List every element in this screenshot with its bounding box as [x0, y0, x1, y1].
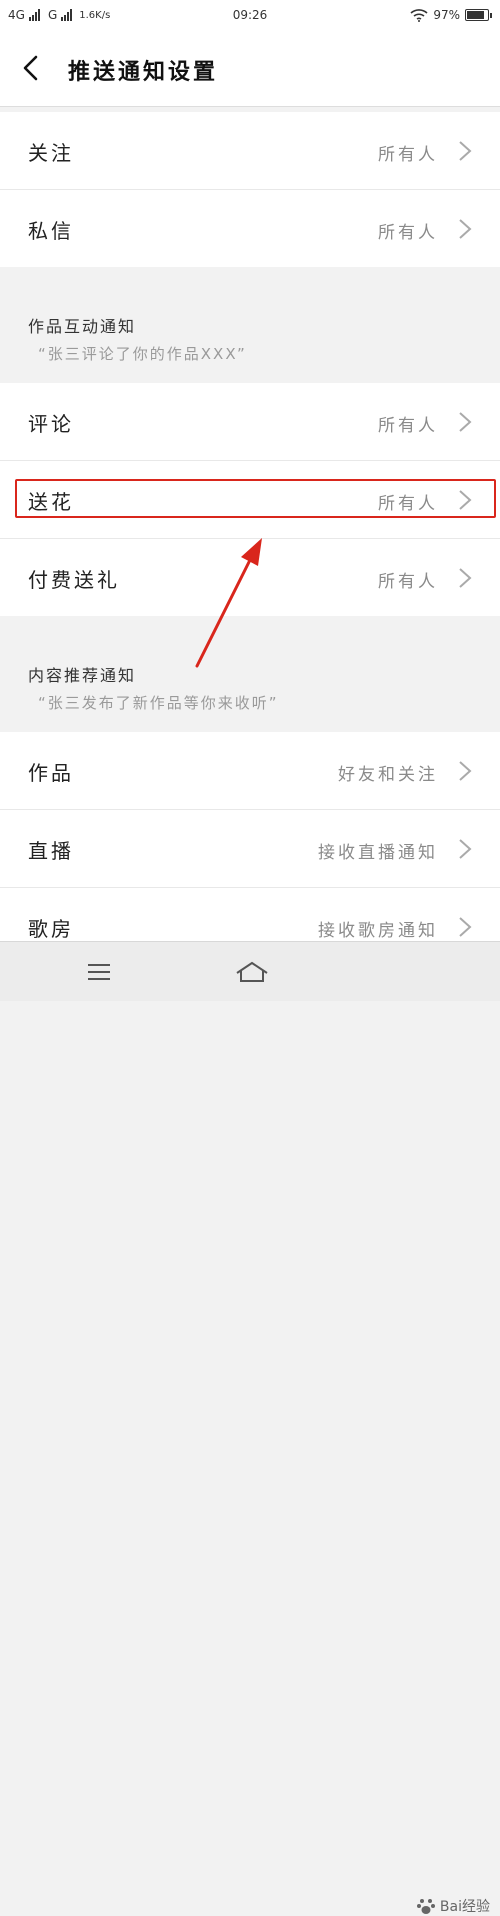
- chevron-right-icon: [459, 141, 472, 161]
- section-works-interaction: 作品互动通知 “张三评论了你的作品XXX”: [0, 267, 500, 383]
- row-live[interactable]: 直播 接收直播通知: [0, 810, 500, 888]
- system-nav-bar: Bai经验: [0, 941, 500, 1915]
- menu-icon[interactable]: [84, 958, 114, 986]
- row-label: 作品: [28, 761, 74, 785]
- highlight-box: [15, 479, 496, 518]
- page-title: 推送通知设置: [68, 60, 219, 85]
- chevron-right-icon: [459, 219, 472, 239]
- row-paid-gift[interactable]: 付费送礼 所有人: [0, 539, 500, 616]
- row-label: 歌房: [28, 917, 74, 941]
- row-label: 私信: [28, 219, 74, 243]
- section-title: 内容推荐通知: [28, 666, 137, 685]
- row-label: 直播: [28, 839, 74, 863]
- row-value: 好友和关注: [338, 765, 438, 785]
- row-label: 评论: [28, 412, 74, 436]
- battery-percent: 97%: [433, 8, 460, 22]
- watermark: Bai经验: [416, 1896, 490, 1916]
- row-works[interactable]: 作品 好友和关注: [0, 732, 500, 810]
- row-value: 所有人: [378, 416, 438, 436]
- settings-list: 关注 所有人 私信 所有人 作品互动通知 “张三评论了你的作品XXX” 评论 所…: [0, 112, 500, 966]
- chevron-right-icon: [459, 839, 472, 859]
- row-value: 所有人: [378, 572, 438, 592]
- section-title: 作品互动通知: [28, 317, 137, 336]
- row-label: 关注: [28, 141, 74, 165]
- home-icon[interactable]: [234, 958, 270, 986]
- section-desc: “张三发布了新作品等你来收听”: [38, 694, 279, 712]
- battery-icon: [465, 9, 489, 21]
- watermark-text: Bai经验: [439, 1899, 490, 1915]
- row-value: 接收直播通知: [318, 843, 438, 863]
- row-label: 付费送礼: [28, 568, 120, 592]
- chevron-right-icon: [459, 761, 472, 781]
- chevron-right-icon: [459, 917, 472, 937]
- paw-icon: [416, 1899, 435, 1914]
- header: 推送通知设置: [0, 34, 500, 107]
- row-value: 所有人: [378, 223, 438, 243]
- chevron-left-icon[interactable]: [18, 54, 46, 82]
- section-content-recommend: 内容推荐通知 “张三发布了新作品等你来收听”: [0, 616, 500, 732]
- row-value: 接收歌房通知: [318, 921, 438, 941]
- row-follow[interactable]: 关注 所有人: [0, 112, 500, 190]
- chevron-right-icon: [459, 568, 472, 588]
- row-private-message[interactable]: 私信 所有人: [0, 190, 500, 267]
- row-value: 所有人: [378, 145, 438, 165]
- status-right: 97%: [410, 8, 492, 22]
- chevron-right-icon: [459, 412, 472, 432]
- row-comment[interactable]: 评论 所有人: [0, 383, 500, 461]
- wifi-icon: [410, 8, 428, 22]
- status-bar: 4G G 1.6K/s 09:26 97%: [0, 0, 500, 34]
- section-desc: “张三评论了你的作品XXX”: [38, 345, 247, 363]
